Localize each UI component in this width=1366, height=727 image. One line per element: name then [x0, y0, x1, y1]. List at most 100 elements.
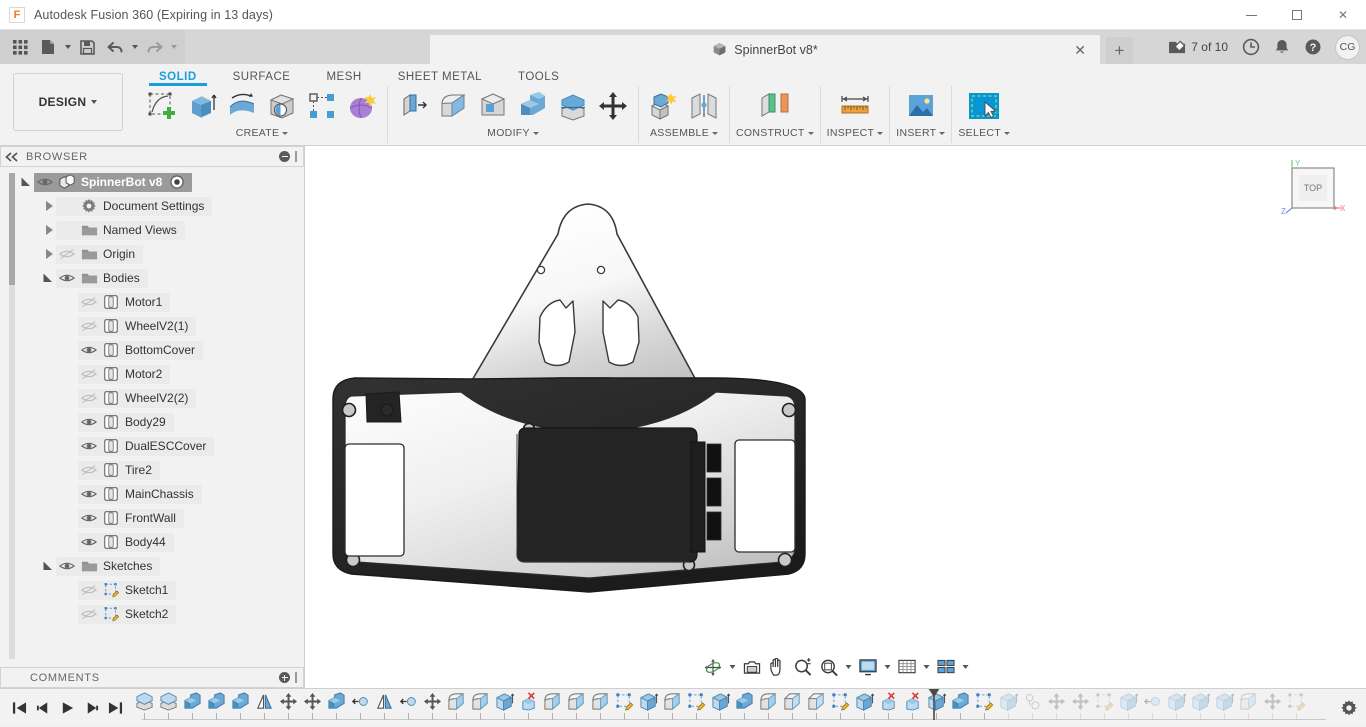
ribbon-group-label-insert[interactable]: INSERT [896, 126, 946, 140]
look-at-button[interactable] [739, 655, 764, 679]
timeline-settings-button[interactable] [1332, 699, 1366, 717]
timeline-feature[interactable] [1284, 691, 1308, 721]
hole-icon[interactable] [263, 87, 301, 125]
tree-node-sketches[interactable]: Sketches [0, 554, 304, 578]
insert-image-icon[interactable] [902, 87, 940, 125]
timeline-feature[interactable] [1068, 691, 1092, 721]
timeline-feature[interactable] [132, 691, 156, 721]
grid-caret[interactable] [920, 655, 932, 679]
visibility-toggle[interactable] [56, 248, 78, 260]
timeline-feature[interactable] [852, 691, 876, 721]
tree-node-mainchassis[interactable]: MainChassis [0, 482, 304, 506]
visibility-toggle[interactable] [78, 464, 100, 476]
tree-node-tire2[interactable]: Tire2 [0, 458, 304, 482]
display-caret[interactable] [881, 655, 893, 679]
timeline-feature[interactable] [636, 691, 660, 721]
timeline-feature[interactable] [1044, 691, 1068, 721]
tree-twisty[interactable] [40, 560, 56, 572]
select-window-icon[interactable] [965, 87, 1003, 125]
zoom-button[interactable] [790, 655, 815, 679]
expand-arrow-icon[interactable] [45, 249, 53, 259]
timeline-feature[interactable] [468, 691, 492, 721]
timeline-feature[interactable] [372, 691, 396, 721]
timeline-feature[interactable] [612, 691, 636, 721]
tree-node-sketch1[interactable]: Sketch1 [0, 578, 304, 602]
tab-sheet-metal[interactable]: SHEET METAL [380, 71, 500, 86]
timeline-feature[interactable] [1116, 691, 1140, 721]
minimize-button[interactable] [1228, 0, 1274, 30]
timeline-feature[interactable] [1020, 691, 1044, 721]
visibility-toggle[interactable] [34, 176, 56, 188]
expand-arrow-icon[interactable] [45, 201, 53, 211]
plus-circle-icon[interactable] [279, 672, 290, 683]
history-button[interactable] [1237, 33, 1265, 61]
tree-twisty[interactable] [18, 176, 34, 188]
timeline-feature[interactable] [492, 691, 516, 721]
viewports-caret[interactable] [959, 655, 971, 679]
timeline-feature[interactable] [396, 691, 420, 721]
job-status-button[interactable]: 7 of 10 [1163, 33, 1233, 61]
redo-button[interactable] [141, 34, 167, 60]
joint-icon[interactable] [685, 87, 723, 125]
tree-node-wheelv2-2[interactable]: WheelV2(2) [0, 386, 304, 410]
workspace-selector[interactable]: DESIGN [13, 73, 123, 131]
timeline-feature[interactable] [948, 691, 972, 721]
timeline-feature[interactable] [564, 691, 588, 721]
new-component-icon[interactable] [645, 87, 683, 125]
tree-node-wheelv2-1[interactable]: WheelV2(1) [0, 314, 304, 338]
timeline-feature[interactable] [204, 691, 228, 721]
visibility-toggle[interactable] [78, 296, 100, 308]
timeline-feature[interactable] [876, 691, 900, 721]
timeline-feature[interactable] [972, 691, 996, 721]
timeline-feature[interactable] [1236, 691, 1260, 721]
undo-button[interactable] [102, 34, 128, 60]
tab-tools[interactable]: TOOLS [500, 71, 577, 86]
timeline-feature[interactable] [588, 691, 612, 721]
timeline-feature[interactable] [324, 691, 348, 721]
tree-node-sketch2[interactable]: Sketch2 [0, 602, 304, 626]
tree-twisty[interactable] [40, 249, 56, 259]
panel-grip[interactable] [295, 151, 297, 162]
activate-component-radio[interactable] [170, 175, 184, 189]
visibility-toggle[interactable] [56, 272, 78, 284]
timeline-feature[interactable] [684, 691, 708, 721]
help-button[interactable]: ? [1299, 33, 1327, 61]
save-button[interactable] [74, 34, 100, 60]
ribbon-group-label-modify[interactable]: MODIFY [487, 126, 539, 140]
offset-plane-icon[interactable] [756, 87, 794, 125]
timeline-feature[interactable] [252, 691, 276, 721]
press-pull-icon[interactable] [394, 87, 432, 125]
timeline-feature[interactable] [420, 691, 444, 721]
view-cube[interactable]: TOP Y X Z [1278, 158, 1354, 220]
create-sketch-icon[interactable] [143, 87, 181, 125]
visibility-toggle[interactable] [78, 584, 100, 596]
play-button[interactable] [56, 695, 78, 721]
tree-node-named-views[interactable]: Named Views [0, 218, 304, 242]
tree-twisty[interactable] [40, 225, 56, 235]
tree-node-frontwall[interactable]: FrontWall [0, 506, 304, 530]
move-copy-icon[interactable] [594, 87, 632, 125]
tree-node-bottomcover[interactable]: BottomCover [0, 338, 304, 362]
tree-node-origin[interactable]: Origin [0, 242, 304, 266]
timeline-feature[interactable] [1212, 691, 1236, 721]
tab-surface[interactable]: SURFACE [215, 71, 309, 86]
timeline-feature[interactable] [444, 691, 468, 721]
ribbon-group-label-assemble[interactable]: ASSEMBLE [650, 126, 718, 140]
go-to-end-button[interactable] [104, 695, 126, 721]
new-tab-button[interactable]: + [1106, 37, 1133, 64]
step-forward-button[interactable] [80, 695, 102, 721]
tree-node-bodies[interactable]: Bodies [0, 266, 304, 290]
tree-twisty[interactable] [40, 272, 56, 284]
pattern-icon[interactable] [303, 87, 341, 125]
redo-caret-icon[interactable] [169, 34, 178, 60]
visibility-toggle[interactable] [78, 440, 100, 452]
fit-caret[interactable] [842, 655, 854, 679]
timeline-track[interactable] [132, 688, 1332, 727]
revolve-icon[interactable] [223, 87, 261, 125]
tree-node-motor2[interactable]: Motor2 [0, 362, 304, 386]
ribbon-group-label-create[interactable]: CREATE [236, 126, 289, 140]
viewport-canvas[interactable]: TOP Y X Z [305, 146, 1366, 688]
timeline-feature[interactable] [828, 691, 852, 721]
timeline-feature[interactable] [1140, 691, 1164, 721]
comments-grip[interactable] [295, 672, 297, 683]
